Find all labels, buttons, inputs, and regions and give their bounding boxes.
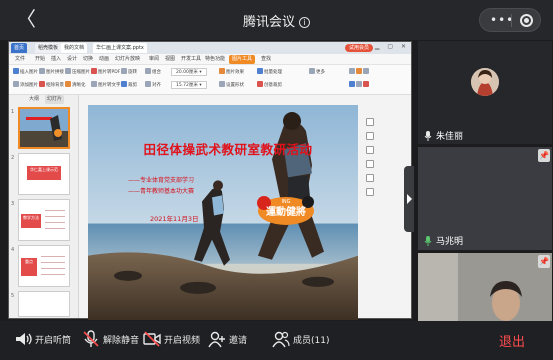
ribbon-remove-bg[interactable]: 抠除背景 xyxy=(39,81,64,88)
participant-video xyxy=(418,253,552,321)
side-tool-icon[interactable] xyxy=(366,118,374,126)
thumb-line xyxy=(45,216,65,217)
svg-text:ING: ING xyxy=(281,199,290,205)
info-icon[interactable]: i xyxy=(299,17,310,28)
slide-photo xyxy=(88,105,358,320)
capsule-divider xyxy=(511,14,512,27)
side-tool-icon[interactable] xyxy=(366,146,374,154)
thumb-pane-header: 大纲 幻灯片 xyxy=(9,95,79,104)
speaker-button[interactable]: 开启听筒 xyxy=(14,330,71,352)
side-tool-icon[interactable] xyxy=(366,174,374,182)
slide-title: 田径体操武术教研室教研活动 xyxy=(143,142,313,157)
video-button[interactable]: 开启视频 xyxy=(143,330,200,352)
side-tool-icon[interactable] xyxy=(366,132,374,140)
ribbon-extra-2[interactable] xyxy=(349,81,370,88)
mic-icon xyxy=(424,236,432,246)
thumb-line xyxy=(41,274,65,275)
sports-logo-icon: 運動健將 ING xyxy=(257,196,314,225)
menu-insert[interactable]: 插入 xyxy=(51,55,61,64)
pin-icon[interactable]: 📌 xyxy=(538,255,550,268)
meeting-title[interactable]: 腾讯会议 i xyxy=(0,11,553,30)
slide-thumbnail-1[interactable] xyxy=(18,107,70,149)
tencent-meeting-window: 〈 腾讯会议 i ••• 首页 稻壳模板 我的文档 华仁画上课文案.pptx 试用… xyxy=(0,0,553,360)
invite-icon xyxy=(208,331,225,348)
mini-program-capsule: ••• xyxy=(479,8,541,32)
tab-slides[interactable]: 幻灯片 xyxy=(45,95,65,104)
wps-tab-home[interactable]: 首页 xyxy=(11,43,28,53)
slide-thumbnail-3[interactable]: 教学方法 xyxy=(18,199,70,241)
slide-date: 2021年11月3日 xyxy=(150,215,199,223)
avatar xyxy=(471,68,499,96)
thumb-4-title: 重点 xyxy=(21,258,37,276)
speaker-icon xyxy=(16,333,32,345)
ribbon-extra-1[interactable] xyxy=(349,68,370,75)
record-icon[interactable] xyxy=(520,14,533,27)
video-off-icon xyxy=(143,331,161,347)
slide-canvas[interactable]: 田径体操武术教研室教研活动 ——专业体育党支部学习 ——青年教师基本功大赛 20… xyxy=(88,105,358,320)
thumb-2-title: 华仁嘉上课示范 xyxy=(27,166,61,180)
wps-side-tools xyxy=(362,112,378,222)
wps-user-badge[interactable]: 试用会员 xyxy=(344,44,373,52)
members-icon xyxy=(272,331,290,348)
tab-outline[interactable]: 大纲 xyxy=(29,95,39,104)
meeting-toolbar: 开启听筒 解除静音 开启视频 邀请 成员(11) 退出 xyxy=(0,321,553,360)
side-tool-icon[interactable] xyxy=(366,160,374,168)
thumb-line xyxy=(41,262,65,263)
menu-design[interactable]: 设计 xyxy=(67,55,77,64)
participant-tile-1[interactable]: 朱佳丽 xyxy=(418,41,552,144)
slide-subtitle-2: ——青年教师基本功大赛 xyxy=(128,188,195,195)
slide-thumbnail-pane: 大纲 幻灯片 1 2 华仁嘉上课示范 3 教学方法 4 重点 5 xyxy=(9,95,79,318)
collapse-panel-arrow-icon[interactable] xyxy=(404,166,414,232)
participant-name-2: 马兆明 xyxy=(424,234,463,247)
wps-tab-template[interactable]: 稻壳模板 xyxy=(35,43,62,53)
participant-tile-2[interactable]: 📌 马兆明 xyxy=(418,147,552,250)
participant-name-1: 朱佳丽 xyxy=(424,129,463,142)
thumb-line xyxy=(41,268,65,269)
meeting-title-text: 腾讯会议 xyxy=(242,15,295,30)
avatar-photo xyxy=(471,68,499,96)
side-tool-icon[interactable] xyxy=(366,188,374,196)
thumb-3-title: 教学方法 xyxy=(21,214,41,228)
thumb-number: 1 xyxy=(11,109,15,115)
ribbon-add-picture[interactable]: 添加图片 xyxy=(13,81,38,88)
mic-muted-icon xyxy=(83,330,99,347)
slide-thumbnail-2[interactable]: 华仁嘉上课示范 xyxy=(18,153,70,195)
unmute-button[interactable]: 解除静音 xyxy=(82,330,139,352)
exit-button[interactable]: 退出 xyxy=(499,331,525,350)
pin-icon[interactable]: 📌 xyxy=(538,149,550,162)
slide-subtitle-1: ——专业体育党支部学习 xyxy=(128,177,195,184)
slide-thumbnail-4[interactable]: 重点 xyxy=(18,245,70,287)
thumb-number: 5 xyxy=(11,293,15,299)
svg-text:運動健將: 運動健將 xyxy=(266,205,306,218)
ribbon-stitch[interactable]: 图片拼接 xyxy=(39,68,64,75)
thumb-line xyxy=(45,222,65,223)
members-button[interactable]: 成员(11) xyxy=(272,330,329,352)
thumb-number: 4 xyxy=(11,247,15,253)
invite-button[interactable]: 邀请 xyxy=(208,330,247,352)
thumb-line xyxy=(45,210,65,211)
thumb-1-preview xyxy=(20,109,68,147)
participant-tile-3[interactable]: 📌 xyxy=(418,253,552,321)
slide-thumbnail-5[interactable] xyxy=(18,291,70,317)
thumb-line xyxy=(41,256,65,257)
thumb-number: 3 xyxy=(11,201,15,207)
meeting-header: 〈 腾讯会议 i ••• xyxy=(0,0,553,40)
window-controls[interactable]: ▁ ▢ ✕ xyxy=(375,43,409,50)
menu-home[interactable]: 开始 xyxy=(35,55,45,64)
menu-file[interactable]: 文件 xyxy=(15,55,25,64)
thumb-number: 2 xyxy=(11,155,15,161)
thumb-line xyxy=(45,228,65,229)
ribbon-insert-picture[interactable]: 插入图片 xyxy=(13,68,38,75)
mic-icon xyxy=(424,131,432,141)
